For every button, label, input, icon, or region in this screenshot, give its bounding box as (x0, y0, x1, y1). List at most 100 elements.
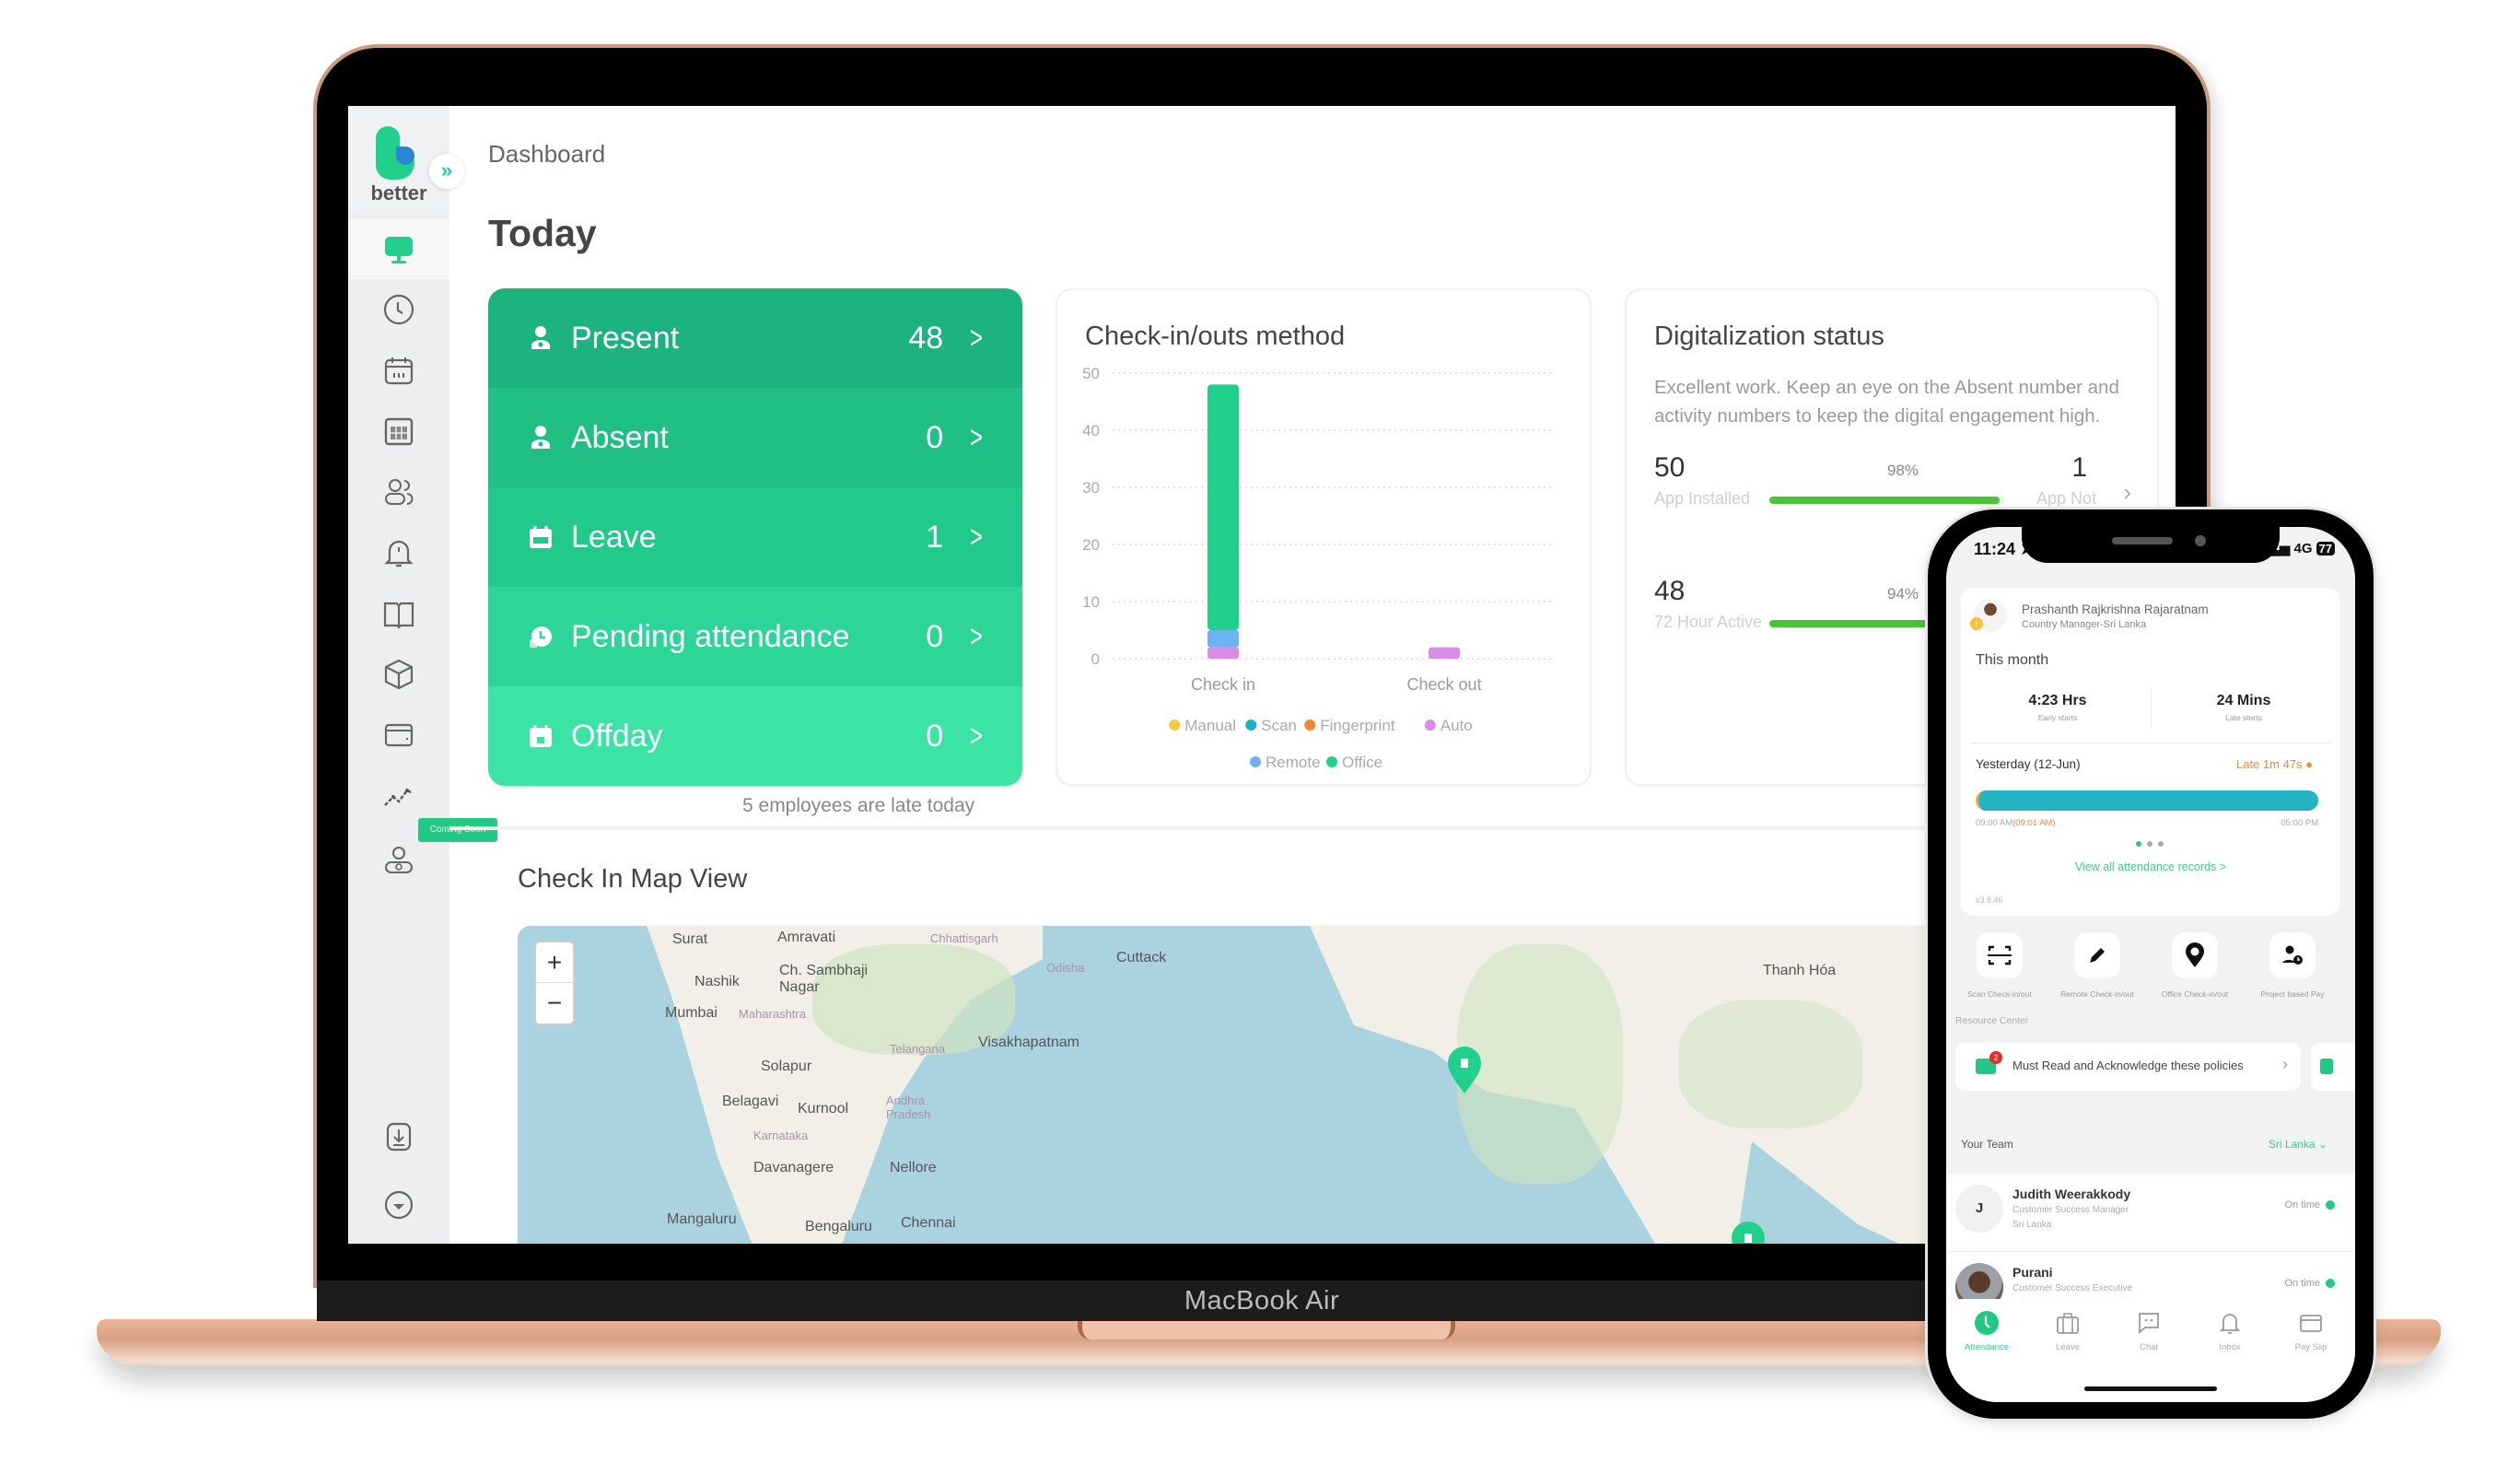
action-label: Scan Check-in/out (1967, 989, 2032, 999)
work-timeline-bar (1976, 790, 2318, 811)
support-icon (384, 1190, 414, 1220)
tab-attendance[interactable]: Attendance (1946, 1310, 2027, 1352)
chevron-right-icon: > (970, 718, 984, 754)
late-employees-note[interactable]: 5 employees are late today (742, 795, 974, 817)
logo-text: better (370, 181, 427, 205)
app-version: v3.8.46 (1976, 895, 2003, 905)
x-tick-label: Check in (1191, 675, 1255, 694)
stat-row-leave[interactable]: Leave 1 > (488, 487, 1022, 587)
map-pin-icon[interactable] (1446, 1046, 1483, 1094)
bar-segment-remote (1208, 630, 1239, 648)
sidebar-item-handbook[interactable] (348, 583, 449, 644)
map-pin-icon[interactable] (1730, 1221, 1767, 1244)
tab-inbox[interactable]: Inbox (2189, 1310, 2270, 1352)
location-pin-icon (2186, 942, 2204, 967)
stat-row-absent[interactable]: Absent 0 > (488, 388, 1022, 487)
map-label: Amravati (777, 930, 836, 945)
team-country-filter[interactable]: Sri Lanka ⌄ (2269, 1138, 2328, 1151)
sidebar-item-assets[interactable] (348, 644, 449, 705)
attendance-summary-card: Present 48 > Absent 0 > Leave 1 > Pendin… (488, 288, 1022, 786)
table-icon (384, 417, 414, 446)
sidebar-item-team[interactable] (348, 462, 449, 522)
member-name: Judith Weerakkody (2012, 1187, 2131, 1201)
sidebar-item-reports[interactable] (348, 401, 449, 462)
early-starts-value: 4:23 Hrs (2028, 693, 2087, 708)
stat-value: 0 (926, 618, 944, 654)
laptop-hinge-notch (1078, 1319, 1455, 1339)
early-starts-label: Early starts (2037, 713, 2078, 722)
status-text: On time (2284, 1199, 2320, 1211)
sidebar-item-notifications[interactable] (348, 522, 449, 583)
person-icon (527, 324, 554, 352)
map-label: Davanagere (753, 1160, 834, 1176)
stat-label: Absent (571, 419, 669, 455)
member-country: Sri Lanka (2012, 1220, 2052, 1230)
project-pay-action[interactable]: Project based Pay (2245, 932, 2340, 999)
legend-marker (1169, 719, 1181, 731)
analytics-icon (384, 789, 414, 806)
late-starts-stat: 24 Mins Late starts (2156, 693, 2331, 722)
tab-label: Leave (2056, 1342, 2080, 1352)
breadcrumb[interactable]: Dashboard (488, 140, 605, 169)
scan-checkin-action[interactable]: Scan Check-in/out (1952, 932, 2048, 999)
early-starts-stat: 4:23 Hrs Early starts (1970, 693, 2145, 722)
status-dot (2326, 1279, 2335, 1289)
status-dot (2326, 1200, 2335, 1211)
policy-card[interactable] (2311, 1043, 2355, 1091)
stat-row-pending[interactable]: Pending attendance 0 > (488, 587, 1022, 686)
marketing-mockup: MacBook Air better Coming » Dashboard To… (0, 0, 2520, 1474)
sidebar-item-support[interactable] (348, 1175, 449, 1235)
chevron-right-icon: › (2282, 1055, 2288, 1073)
legend-label: Remote (1266, 754, 1321, 771)
tab-chat[interactable]: Chat (2108, 1310, 2189, 1352)
sidebar-item-org[interactable] (348, 830, 449, 891)
sidebar-item-payroll[interactable] (348, 705, 449, 766)
x-tick-label: Check out (1406, 675, 1481, 694)
policy-card[interactable]: 2 Must Read and Acknowledge these polici… (1955, 1043, 2301, 1091)
zoom-in-button[interactable]: + (536, 942, 573, 983)
map-label: Andhra Pradesh (886, 1094, 931, 1121)
digitalization-description: Excellent work. Keep an eye on the Absen… (1654, 377, 2119, 427)
stat-row-offday[interactable]: Offday 0 > (488, 686, 1022, 786)
sidebar: better Coming (348, 106, 497, 1244)
sidebar-item-calendar[interactable] (348, 340, 449, 401)
sidebar-item-download[interactable] (348, 1106, 449, 1167)
stat-label: Offday (571, 718, 663, 754)
tab-payslip[interactable]: Pay Slip (2270, 1310, 2351, 1352)
team-member[interactable]: J Judith Weerakkody Customer Success Man… (1946, 1174, 2355, 1251)
member-status: On time (2284, 1278, 2335, 1289)
sidebar-item-dashboard[interactable] (348, 218, 449, 279)
scan-icon (1988, 945, 2012, 965)
team-filter-value: Sri Lanka (2268, 1138, 2316, 1151)
pager-dots[interactable] (2136, 835, 2173, 847)
tab-label: Chat (2139, 1342, 2159, 1352)
view-all-attendance-link[interactable]: View all attendance records > (1961, 860, 2340, 873)
chevron-right-icon[interactable]: › (2123, 478, 2131, 507)
remote-checkin-action[interactable]: Remote Check-in/out (2049, 932, 2145, 999)
policy-text: Must Read and Acknowledge these policies (2012, 1059, 2244, 1072)
zoom-out-button[interactable]: − (536, 983, 573, 1024)
book-icon (383, 602, 414, 629)
action-label: Project based Pay (2260, 989, 2325, 999)
this-month-label: This month (1976, 652, 2049, 668)
folder-icon (2320, 1059, 2333, 1074)
not-installed-count: 1 (2071, 452, 2087, 483)
sidebar-item-attendance[interactable] (348, 279, 449, 340)
y-tick-label: 50 (1082, 365, 1100, 382)
digitalization-title: Digitalization status (1654, 322, 1884, 351)
stat-row-present[interactable]: Present 48 > (488, 288, 1022, 388)
legend-label: Manual (1184, 717, 1236, 734)
home-indicator[interactable] (2084, 1386, 2217, 1391)
office-checkin-action[interactable]: Office Check-in/out (2147, 932, 2243, 999)
map-label: Thanh Hóa (1763, 963, 1837, 978)
expand-sidebar-button[interactable]: » (429, 154, 464, 189)
stat-label: Leave (571, 519, 657, 555)
phone-screen: 11:24 ➤ ▂▃▅ 4G77 i Prashanth Rajkrishna … (1946, 527, 2355, 1402)
stat-divider (2151, 689, 2152, 730)
map-label: Solapur (761, 1059, 812, 1074)
tab-leave[interactable]: Leave (2027, 1310, 2108, 1352)
chevron-right-icon: > (970, 419, 984, 455)
tab-label: Inbox (2219, 1342, 2241, 1352)
download-icon (386, 1122, 412, 1152)
map-zoom-control: + − (534, 941, 575, 1025)
